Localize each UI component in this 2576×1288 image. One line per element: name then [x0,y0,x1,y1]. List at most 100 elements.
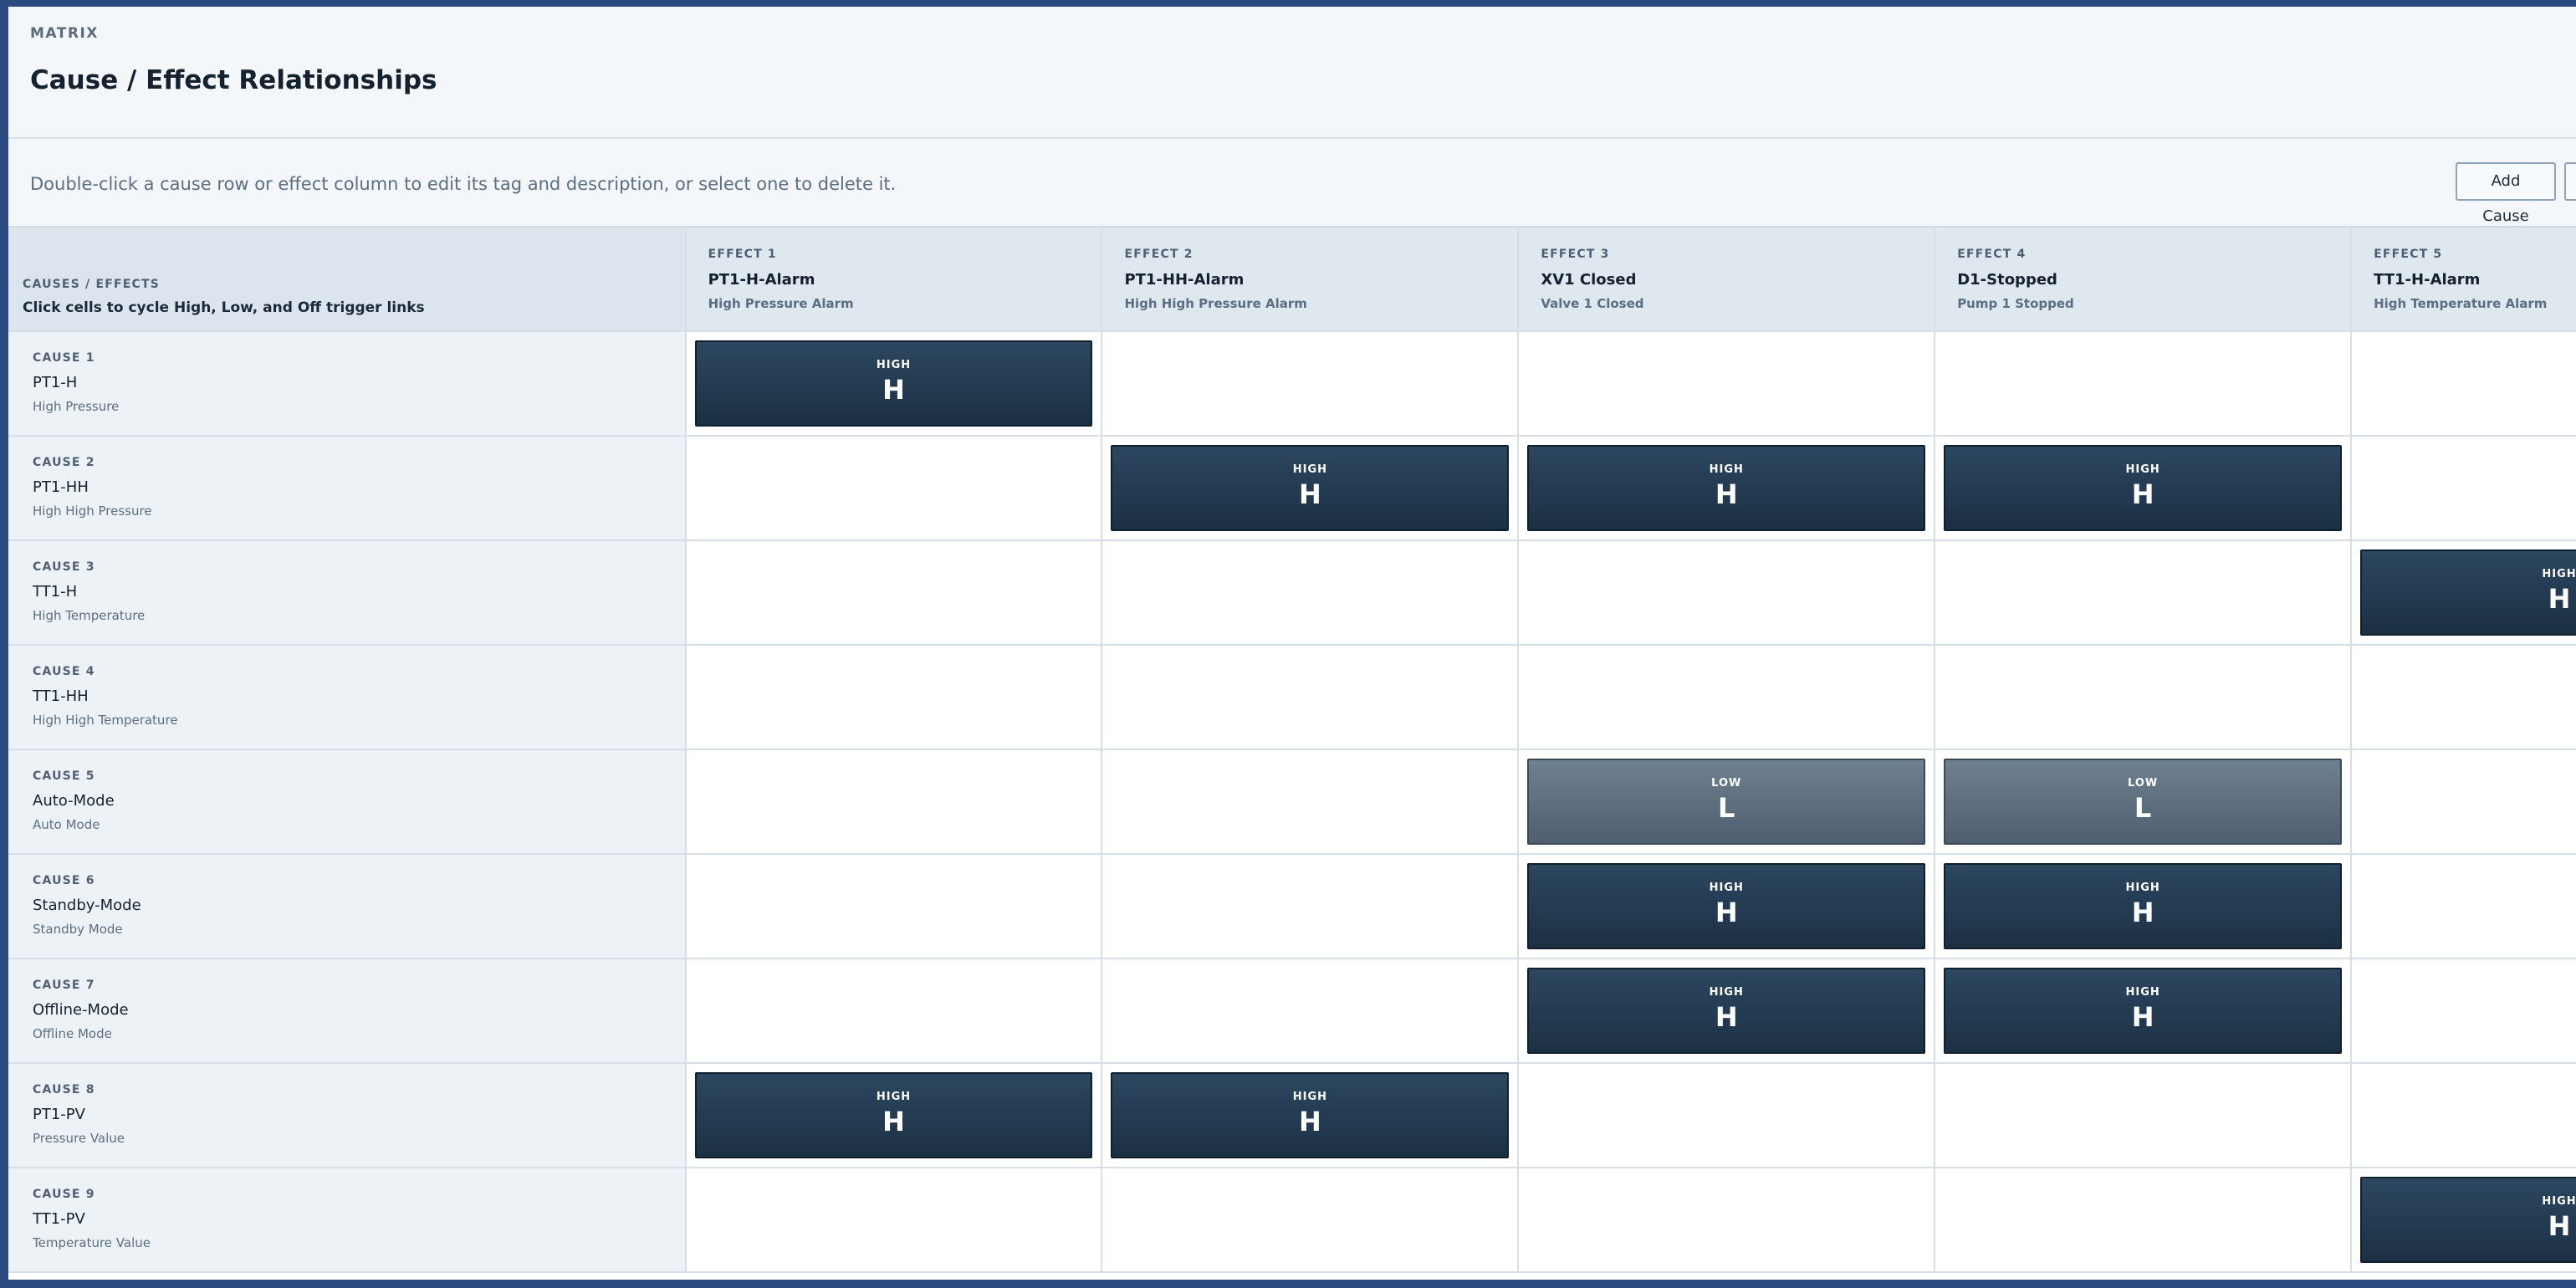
high-trigger-link[interactable]: HIGH H [694,1072,1093,1158]
cause-kicker: CAUSE 3 [33,560,95,574]
matrix-cell[interactable] [2351,331,2576,437]
link-symbol: H [2131,897,2154,928]
matrix-cell[interactable] [1518,1168,1936,1273]
matrix-cell[interactable]: HIGH H [2351,1168,2576,1273]
matrix-cell[interactable]: HIGH H [1935,958,2353,1064]
matrix-cell[interactable]: HIGH H [1935,854,2353,959]
matrix-cell[interactable]: LOW L [1518,749,1936,855]
matrix-cell[interactable] [685,540,1103,646]
low-trigger-link[interactable]: LOW L [1944,759,2343,845]
matrix-cell[interactable] [1101,1168,1520,1273]
high-trigger-link[interactable]: HIGH H [2360,549,2576,636]
effect-column-header[interactable]: EFFECT 4 D1-Stopped Pump 1 Stopped [1935,227,2353,332]
matrix-cell[interactable] [1101,645,1520,750]
matrix-cell[interactable] [1935,1168,2353,1273]
high-trigger-link[interactable]: HIGH H [1944,445,2343,531]
effect-kicker: EFFECT 5 [2374,248,2443,261]
cause-description: Temperature Value [33,1235,151,1250]
matrix-cell[interactable] [1101,749,1520,855]
matrix-cell[interactable] [1518,331,1936,437]
matrix-cell[interactable]: HIGH H [1101,436,1520,541]
matrix-cell[interactable] [2351,854,2576,959]
add-cause-button[interactable]: Add Cause [2456,162,2556,225]
matrix-cell[interactable] [2351,1063,2576,1168]
page-header: MATRIX Cause / Effect Relationships [8,7,2576,139]
effect-column-header[interactable]: EFFECT 3 XV1 Closed Valve 1 Closed [1518,227,1936,332]
matrix-cell[interactable] [1518,645,1936,750]
cause-row-header[interactable]: CAUSE 4 TT1-HH High High Temperature [8,645,687,750]
matrix-cell[interactable]: HIGH H [1935,436,2353,541]
effect-tag: PT1-H-Alarm [708,271,815,289]
matrix-cell[interactable]: HIGH H [1518,436,1936,541]
matrix-cell[interactable] [685,645,1103,750]
matrix-cell[interactable] [1518,1063,1936,1168]
cause-row[interactable]: CAUSE 9 TT1-PV Temperature Value HIGH H [8,1168,2576,1273]
link-level-label: HIGH [1709,986,1744,999]
effect-tag: PT1-HH-Alarm [1124,271,1245,289]
high-trigger-link[interactable]: HIGH H [694,340,1093,427]
cause-row[interactable]: CAUSE 1 PT1-H High Pressure HIGH H [8,331,2576,437]
cause-row-header[interactable]: CAUSE 8 PT1-PV Pressure Value [8,1063,687,1168]
matrix-cell[interactable] [1518,540,1936,646]
matrix-cell[interactable] [685,854,1103,959]
matrix-cell[interactable] [1935,645,2353,750]
link-symbol: H [1715,897,1738,928]
cause-row[interactable]: CAUSE 3 TT1-H High Temperature HIGH H [8,540,2576,646]
cause-row-header[interactable]: CAUSE 1 PT1-H High Pressure [8,331,687,437]
matrix-cell[interactable] [2351,645,2576,750]
cause-row[interactable]: CAUSE 4 TT1-HH High High Temperature [8,645,2576,750]
high-trigger-link[interactable]: HIGH H [1944,863,2343,949]
matrix-cell[interactable] [1101,540,1520,646]
matrix-cell[interactable] [1935,1063,2353,1168]
matrix-cell[interactable] [2351,436,2576,541]
high-trigger-link[interactable]: HIGH H [1944,968,2343,1054]
effect-column-header[interactable]: EFFECT 1 PT1-H-Alarm High Pressure Alarm [685,227,1103,332]
effect-column-header[interactable]: EFFECT 5 TT1-H-Alarm High Temperature Al… [2351,227,2576,332]
cause-row-header[interactable]: CAUSE 5 Auto-Mode Auto Mode [8,749,687,855]
low-trigger-link[interactable]: LOW L [1527,759,1926,845]
effect-kicker: EFFECT 4 [1957,248,2027,261]
matrix-cell[interactable] [2351,958,2576,1064]
cause-row-header[interactable]: CAUSE 2 PT1-HH High High Pressure [8,436,687,541]
matrix-cell[interactable]: HIGH H [685,331,1103,437]
effect-column-header[interactable]: EFFECT 2 PT1-HH-Alarm High High Pressure… [1101,227,1520,332]
add-effect-button[interactable] [2564,162,2576,201]
high-trigger-link[interactable]: HIGH H [1527,445,1926,531]
cause-row[interactable]: CAUSE 7 Offline-Mode Offline Mode HIGH H HIGH… [8,958,2576,1064]
matrix-cell[interactable] [1935,540,2353,646]
cause-row-header[interactable]: CAUSE 9 TT1-PV Temperature Value [8,1168,687,1273]
high-trigger-link[interactable]: HIGH H [1111,1072,1510,1158]
matrix-cell[interactable]: HIGH H [1518,958,1936,1064]
matrix-cell[interactable] [1935,331,2353,437]
cause-tag: Standby-Mode [33,897,141,914]
cause-row[interactable]: CAUSE 6 Standby-Mode Standby Mode HIGH H HIGH… [8,854,2576,959]
matrix-cell[interactable] [2351,749,2576,855]
link-level-label: HIGH [2125,463,2160,476]
cause-row[interactable]: CAUSE 2 PT1-HH High High Pressure HIGH H HIGH… [8,436,2576,541]
matrix-cell[interactable] [685,1168,1103,1273]
matrix-cell[interactable] [685,749,1103,855]
high-trigger-link[interactable]: HIGH H [1111,445,1510,531]
cause-row[interactable]: CAUSE 8 PT1-PV Pressure Value HIGH H HIGH H [8,1063,2576,1168]
corner-kicker: CAUSES / EFFECTS [23,278,160,291]
high-trigger-link[interactable]: HIGH H [2360,1177,2576,1263]
matrix-cell[interactable]: LOW L [1935,749,2353,855]
matrix-cell[interactable]: HIGH H [2351,540,2576,646]
cause-row-header[interactable]: CAUSE 6 Standby-Mode Standby Mode [8,854,687,959]
cause-row-header[interactable]: CAUSE 7 Offline-Mode Offline Mode [8,958,687,1064]
matrix-cell[interactable]: HIGH H [1518,854,1936,959]
cause-row-header[interactable]: CAUSE 3 TT1-H High Temperature [8,540,687,646]
high-trigger-link[interactable]: HIGH H [1527,968,1926,1054]
high-trigger-link[interactable]: HIGH H [1527,863,1926,949]
matrix-cell[interactable] [685,436,1103,541]
matrix-cell[interactable] [1101,958,1520,1064]
matrix-cell[interactable] [685,958,1103,1064]
matrix-cell[interactable] [1101,331,1520,437]
cause-tag: PT1-HH [33,478,89,496]
cause-row[interactable]: CAUSE 5 Auto-Mode Auto Mode LOW L LOW L [8,749,2576,855]
matrix-cell[interactable]: HIGH H [1101,1063,1520,1168]
matrix-cell[interactable]: HIGH H [685,1063,1103,1168]
matrix-cell[interactable] [1101,854,1520,959]
effect-kicker: EFFECT 3 [1541,248,1610,261]
link-symbol: L [1718,792,1735,824]
